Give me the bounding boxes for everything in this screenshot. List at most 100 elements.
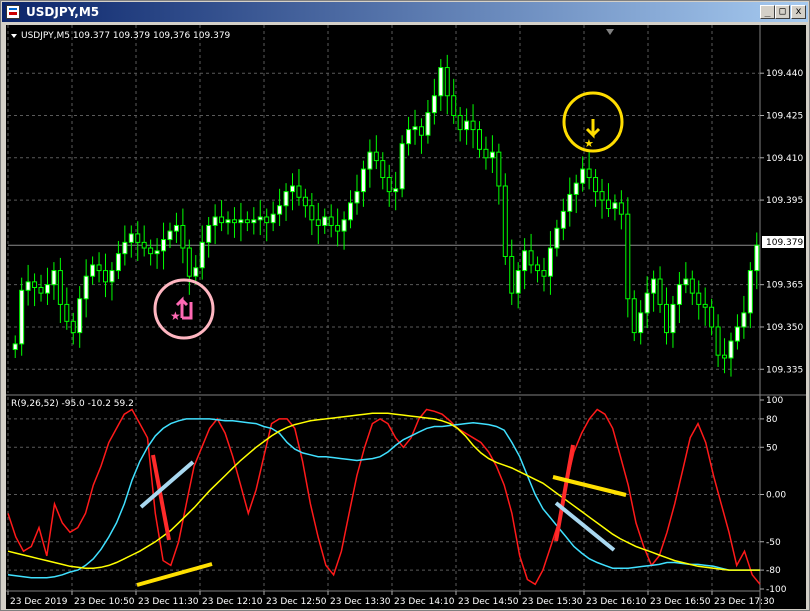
price-tick-label: 109.410	[766, 154, 803, 164]
sell-arrow-icon	[585, 119, 601, 139]
indicator-line-R(9)	[7, 408, 761, 586]
candle-body	[747, 270, 753, 314]
candle-body	[167, 230, 173, 241]
candle-body	[315, 219, 321, 226]
candle-body	[141, 241, 147, 249]
candle-body	[38, 286, 44, 294]
indicator-tick-label: 80	[766, 415, 778, 425]
candle-body	[477, 129, 482, 150]
candle-body	[115, 253, 121, 272]
candle-body	[522, 250, 528, 272]
candle-body	[618, 202, 624, 215]
candle-body	[270, 213, 276, 224]
candle-body	[206, 224, 212, 243]
candle-body	[709, 306, 715, 328]
candle-body	[148, 247, 154, 255]
candle-body	[212, 216, 218, 226]
time-tick-label: 23 Dec 13:30	[330, 597, 391, 607]
candle-body	[754, 244, 760, 272]
indicator-tick-label: -80	[766, 566, 781, 576]
candle-body	[741, 312, 747, 328]
candle-body	[651, 278, 657, 294]
candle-body	[360, 168, 366, 193]
chart-shift-icon[interactable]	[606, 29, 614, 35]
candle-body	[470, 120, 476, 131]
candle-body	[354, 191, 360, 204]
candle-body	[57, 270, 63, 305]
candle-body	[335, 224, 341, 232]
candle-body	[32, 281, 38, 288]
candle-body	[199, 241, 205, 269]
candle-body	[509, 255, 515, 294]
candle-body	[309, 205, 315, 221]
candle-body	[341, 219, 347, 232]
divergence-red-line	[151, 454, 171, 541]
time-tick-label: 23 Dec 14:10	[394, 597, 455, 607]
candle-body	[535, 264, 541, 272]
buy-star-icon: ★	[170, 309, 181, 323]
divergence-red-line	[554, 444, 575, 542]
time-tick-label: 23 Dec 12:50	[266, 597, 327, 607]
symbol-dropdown-icon[interactable]	[11, 34, 17, 38]
price-tick-label: 109.365	[766, 281, 803, 291]
candle-body	[154, 250, 160, 255]
candle-body	[689, 278, 695, 294]
candle-body	[193, 267, 199, 277]
candle-body	[612, 202, 618, 210]
candle-body	[425, 112, 431, 136]
candle-body	[554, 227, 560, 249]
candle-body	[489, 151, 495, 159]
candle-body	[386, 177, 392, 193]
candle-body	[644, 292, 650, 314]
candle-body	[373, 151, 379, 162]
time-tick-label: 23 Dec 12:10	[202, 597, 263, 607]
candle-body	[103, 270, 108, 283]
candle-body	[702, 303, 708, 308]
candle-body	[290, 185, 295, 193]
candle-body	[122, 241, 128, 255]
candle-body	[135, 233, 141, 243]
time-tick-label: 23 Dec 14:50	[458, 597, 519, 607]
candle-body	[560, 210, 566, 229]
time-tick-label: 23 Dec 16:10	[586, 597, 647, 607]
sell-star-icon: ★	[584, 137, 594, 150]
candle-body	[186, 247, 192, 277]
candle-body	[348, 202, 354, 221]
candle-body	[96, 264, 102, 272]
candle-body	[547, 247, 553, 277]
candle-body	[657, 278, 663, 305]
candle-body	[676, 284, 682, 305]
candlestick-series	[12, 54, 760, 377]
candle-body	[380, 160, 386, 179]
candle-body	[567, 193, 573, 212]
candle-body	[44, 284, 50, 294]
window-titlebar[interactable]: USDJPY,M5 _ □ x	[2, 2, 808, 22]
candle-body	[77, 298, 83, 334]
candle-body	[257, 216, 263, 221]
minimize-button[interactable]: _	[760, 5, 775, 19]
candle-body	[638, 312, 644, 334]
candle-body	[438, 67, 444, 97]
candle-body	[161, 239, 167, 252]
buy-signal-circle	[153, 278, 215, 340]
close-button[interactable]: x	[791, 5, 806, 19]
candle-body	[728, 340, 734, 359]
candle-body	[664, 303, 669, 334]
price-tick-label: 109.350	[766, 323, 803, 333]
candle-body	[173, 224, 179, 232]
candle-body	[496, 151, 502, 187]
price-chart[interactable]: ★★ 23 Dec 2019 23 Dec 10:50 23 Dec 11:30 23…	[6, 25, 806, 609]
candle-body	[302, 196, 308, 207]
candle-body	[322, 216, 328, 226]
candle-body	[393, 188, 399, 193]
time-tick-label: 23 Dec 2019	[10, 597, 68, 607]
indicator-tick-label: -50	[766, 538, 781, 548]
candle-body	[593, 177, 599, 193]
chart-area[interactable]: ★ ★ 23 Dec 2019 23 Dec 10:50 23 Dec 11:30 23…	[6, 25, 806, 609]
time-tick-label: 23 Dec 17:30	[714, 597, 775, 607]
maximize-button[interactable]: □	[775, 5, 790, 19]
candle-body	[573, 182, 579, 195]
current-price-label: 109.379	[766, 238, 803, 248]
candle-body	[219, 216, 225, 224]
chart-window-icon	[6, 5, 20, 19]
